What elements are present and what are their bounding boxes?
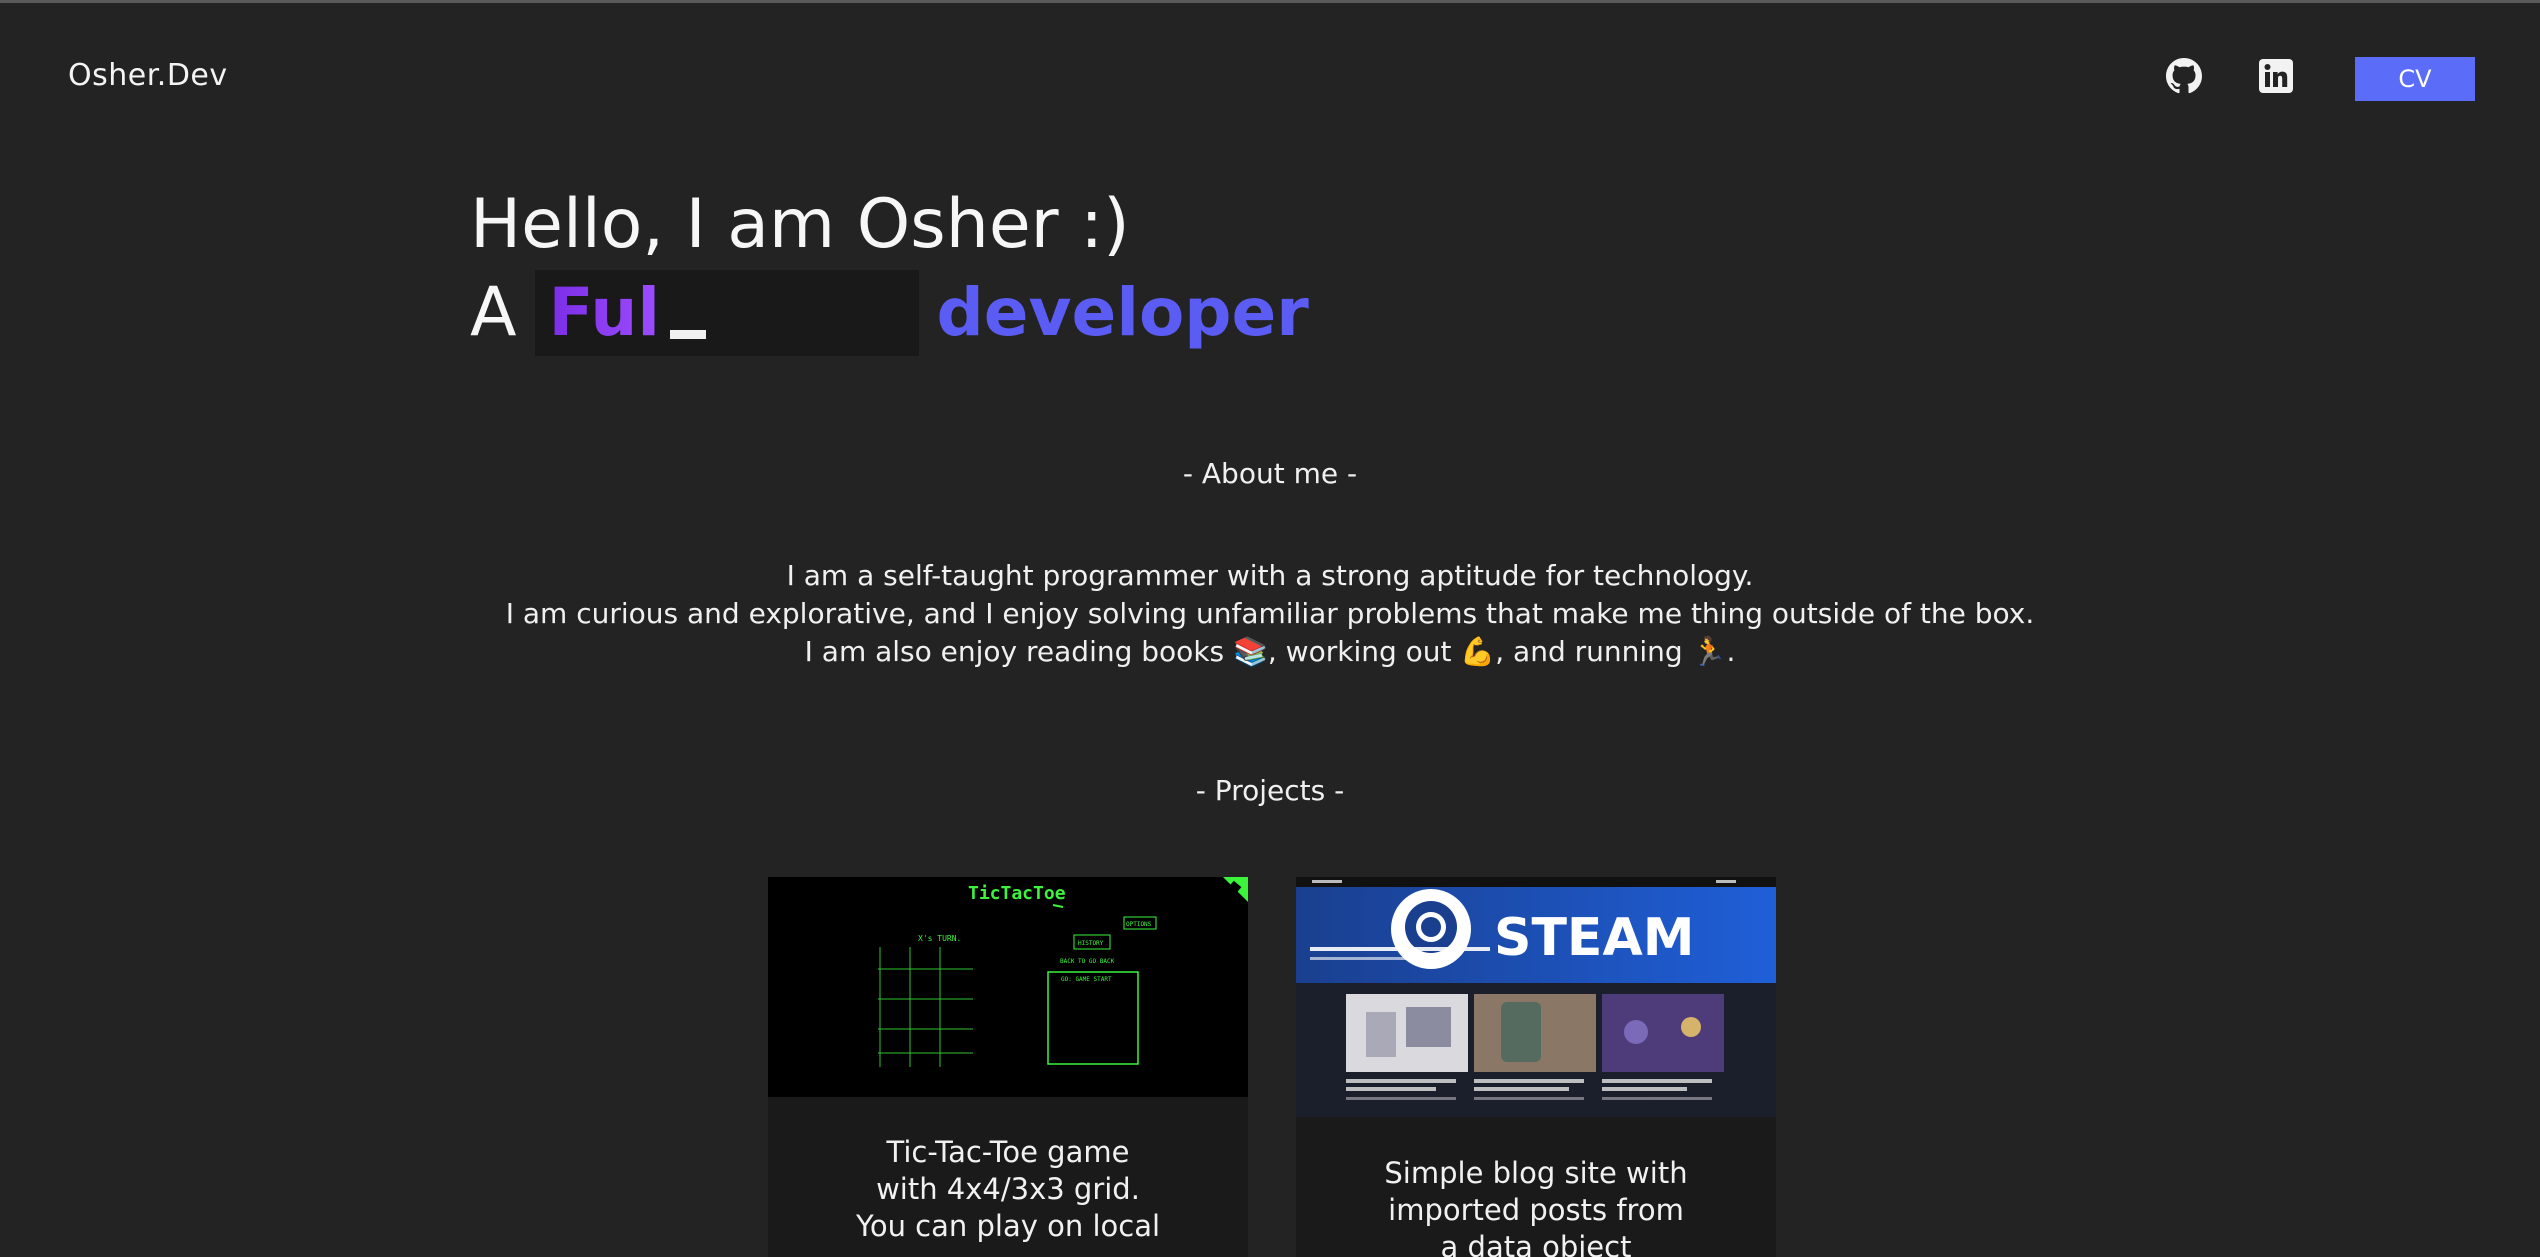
thumb-steam-wordmark: STEAM — [1494, 908, 1694, 968]
project-card-tictactoe[interactable]: TicTacToe X's TURN. HISTORY OPTIONS BACK… — [768, 877, 1248, 1257]
about-text: I am a self-taught programmer with a str… — [0, 557, 2540, 671]
projects-title: - Projects - — [1195, 774, 1345, 807]
project-description: Tic-Tac-Toe game with 4x4/3x3 grid. You … — [768, 1134, 1248, 1245]
cv-button[interactable]: CV — [2355, 57, 2475, 101]
typewriter-text: Ful — [549, 268, 660, 358]
hero-suffix: developer — [936, 274, 1309, 351]
site-header: Osher.Dev CV — [0, 0, 2540, 160]
site-brand[interactable]: Osher.Dev — [68, 58, 228, 93]
github-icon[interactable] — [2166, 58, 2202, 94]
blog-thumbnails — [1346, 994, 1724, 1072]
about-line: I am a self-taught programmer with a str… — [786, 559, 1754, 592]
about-line: I am curious and explorative, and I enjo… — [505, 597, 2035, 630]
hero-greeting: Hello, I am Osher :) — [470, 185, 1130, 264]
thumb-turn: X's TURN. — [918, 934, 961, 943]
blog-screenshot: STEAM — [1296, 877, 1776, 1117]
description-line: Tic-Tac-Toe game — [886, 1135, 1130, 1169]
description-line: a data object — [1440, 1230, 1632, 1257]
description-line: with 4x4/3x3 grid. — [876, 1172, 1140, 1206]
thumb-options: OPTIONS — [1126, 921, 1152, 928]
thumb-start: GO: GAME START — [1061, 976, 1112, 983]
linkedin-icon[interactable] — [2258, 58, 2294, 94]
tictactoe-screenshot: TicTacToe X's TURN. HISTORY OPTIONS BACK… — [768, 877, 1248, 1097]
hero-prefix: A — [470, 273, 517, 352]
thumb-back: BACK TO GO BACK — [1060, 958, 1115, 965]
typewriter-box: Ful — [534, 268, 919, 358]
thumb-history: HISTORY — [1078, 940, 1104, 947]
typewriter-cursor — [669, 329, 706, 339]
description-line: imported posts from — [1388, 1193, 1684, 1227]
hero-role-line: A Ful developer — [470, 268, 1309, 358]
about-line: I am also enjoy reading books 📚, working… — [804, 635, 1736, 668]
thumb-title: TicTacToe — [968, 883, 1066, 904]
project-card-blog[interactable]: STEAM Simple blog site with imported pos… — [1296, 877, 1776, 1257]
about-title: - About me - — [1182, 457, 1358, 490]
description-line: You can play on local — [855, 1209, 1161, 1243]
description-line: Simple blog site with — [1384, 1156, 1688, 1190]
